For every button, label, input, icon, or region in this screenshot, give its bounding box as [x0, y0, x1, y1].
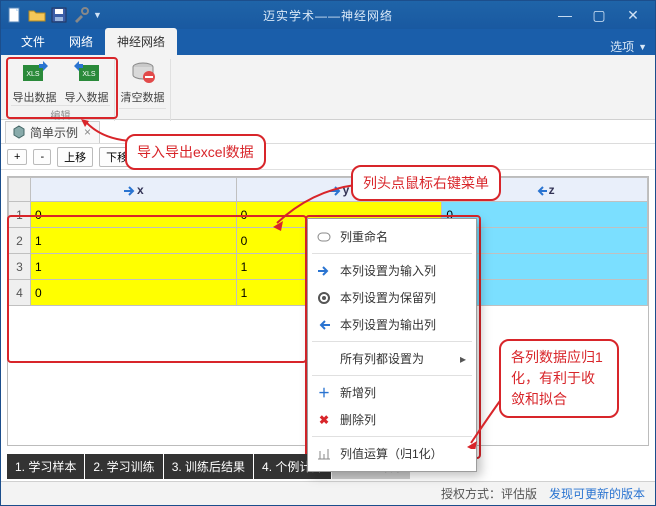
col-header-label: x: [137, 183, 144, 197]
cube-icon: [12, 125, 26, 139]
svg-text:XLS: XLS: [26, 71, 40, 78]
callout-header: 列头点鼠标右键菜单: [351, 165, 501, 201]
ctx-set-output[interactable]: 本列设置为输出列: [308, 311, 476, 338]
ctx-input-label: 本列设置为输入列: [340, 262, 436, 279]
ctx-del-label: 删除列: [340, 411, 376, 428]
row-index: 2: [9, 228, 31, 254]
document-tab[interactable]: 简单示例 ×: [5, 121, 100, 143]
keep-col-icon: [316, 290, 332, 306]
ctx-rename-label: 列重命名: [340, 228, 388, 245]
normalize-icon: [316, 446, 332, 462]
input-col-icon: [123, 184, 135, 196]
col-header-label: z: [549, 183, 555, 197]
export-label: 导出数据: [13, 89, 57, 105]
close-button[interactable]: ✕: [619, 5, 647, 25]
import-label: 导入数据: [65, 89, 109, 105]
clear-data-button[interactable]: 清空数据: [120, 59, 166, 105]
clear-label: 清空数据: [121, 89, 165, 105]
delete-icon: ✖: [316, 412, 332, 428]
ctx-normalize-label: 列值运算（归1化）: [340, 445, 443, 462]
column-header-x[interactable]: x: [31, 178, 237, 202]
col-header-label: y: [343, 183, 350, 197]
row-index: 3: [9, 254, 31, 280]
export-data-button[interactable]: XLS 导出数据: [12, 59, 58, 105]
cell[interactable]: 1: [31, 228, 237, 254]
remove-row-button[interactable]: -: [33, 149, 51, 165]
license-label: 授权方式：评估版: [441, 485, 537, 502]
save-icon[interactable]: [49, 5, 69, 25]
row-index: 4: [9, 280, 31, 306]
window-title: 迈实学术——神经网络: [263, 7, 393, 24]
ctx-add-label: 新增列: [340, 384, 376, 401]
callout-normalize: 各列数据应归1化，有利于收敛和拟合: [499, 339, 619, 418]
update-link[interactable]: 发现可更新的版本: [549, 485, 645, 502]
column-context-menu: 列重命名 本列设置为输入列 本列设置为保留列 本列设置为输出列 所有列都设置为 …: [307, 218, 477, 472]
rename-icon: [316, 229, 332, 245]
ctx-output-label: 本列设置为输出列: [340, 316, 436, 333]
add-row-button[interactable]: +: [7, 149, 27, 165]
options-label[interactable]: 选项: [610, 38, 634, 55]
options-dropdown-icon[interactable]: ▼: [638, 42, 647, 52]
plus-icon: ＋: [316, 385, 332, 401]
minimize-button[interactable]: —: [551, 5, 579, 25]
callout-excel: 导入导出excel数据: [125, 134, 266, 170]
input-col-icon: [316, 263, 332, 279]
bottom-tab-3[interactable]: 3. 训练后结果: [164, 454, 253, 479]
ctx-keep-label: 本列设置为保留列: [340, 289, 436, 306]
doc-tab-title: 简单示例: [30, 124, 78, 141]
cell[interactable]: 1: [31, 254, 237, 280]
ctx-set-all[interactable]: 所有列都设置为 ▸: [308, 345, 476, 372]
maximize-button[interactable]: ▢: [585, 5, 613, 25]
ctx-normalize[interactable]: 列值运算（归1化）: [308, 440, 476, 467]
input-col-icon: [329, 184, 341, 196]
tab-close-icon[interactable]: ×: [82, 125, 93, 139]
open-folder-icon[interactable]: [27, 5, 47, 25]
ctx-set-input[interactable]: 本列设置为输入列: [308, 257, 476, 284]
tools-icon[interactable]: [71, 5, 91, 25]
import-data-button[interactable]: XLS 导入数据: [64, 59, 110, 105]
menu-neural[interactable]: 神经网络: [105, 28, 177, 55]
svg-text:XLS: XLS: [82, 71, 96, 78]
new-file-icon[interactable]: [5, 5, 25, 25]
row-index: 1: [9, 202, 31, 228]
ribbon-group-name: 编辑: [11, 105, 110, 122]
menu-network[interactable]: 网络: [57, 28, 105, 55]
bottom-tab-2[interactable]: 2. 学习训练: [85, 454, 162, 479]
ctx-rename[interactable]: 列重命名: [308, 223, 476, 250]
ctx-del-col[interactable]: ✖ 删除列: [308, 406, 476, 433]
ctx-add-col[interactable]: ＋ 新增列: [308, 379, 476, 406]
move-up-button[interactable]: 上移: [57, 147, 93, 167]
output-col-icon: [535, 184, 547, 196]
cell[interactable]: 0: [31, 280, 237, 306]
submenu-arrow-icon: ▸: [460, 352, 466, 366]
output-col-icon: [316, 317, 332, 333]
menu-file[interactable]: 文件: [9, 28, 57, 55]
ctx-set-keep[interactable]: 本列设置为保留列: [308, 284, 476, 311]
cell[interactable]: 0: [31, 202, 237, 228]
ctx-all-label: 所有列都设置为: [340, 350, 424, 367]
qat-dropdown-icon[interactable]: ▼: [93, 10, 102, 20]
bottom-tab-1[interactable]: 1. 学习样本: [7, 454, 84, 479]
